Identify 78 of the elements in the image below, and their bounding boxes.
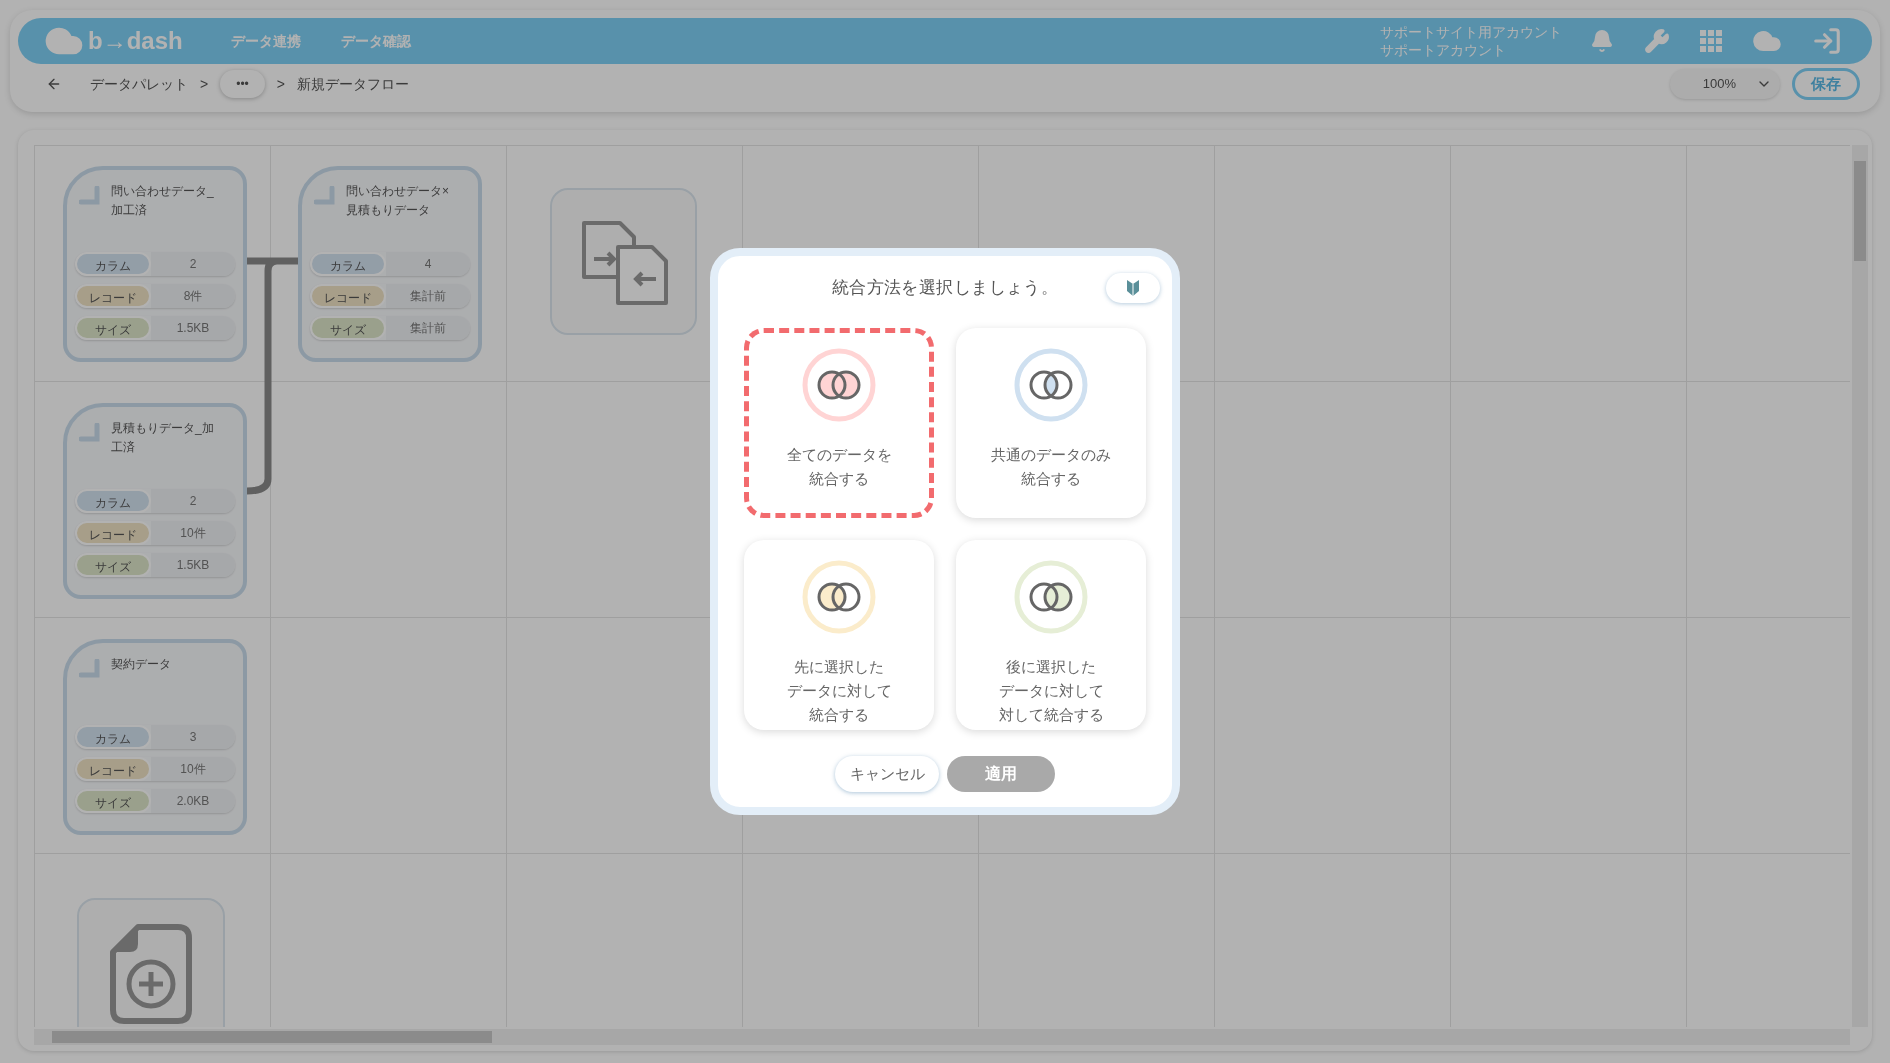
scroll-thumb[interactable] [1854,161,1866,261]
option-label: 統合する [809,469,869,489]
option-label: 全てのデータを [786,445,892,465]
stat-value: 3 [151,725,235,749]
stat-value: 2 [151,252,235,276]
option-label: 統合する [809,705,869,725]
breadcrumb-link[interactable]: データパレット [90,73,188,95]
merge-option-card[interactable]: 全てのデータを 統合する [744,328,934,518]
account-name: サポートアカウント [1380,41,1507,59]
scroll-thumb[interactable] [52,1031,492,1043]
document-corner-icon [79,186,103,208]
option-label: データに対して [786,681,892,701]
grid-icon[interactable] [1700,30,1722,52]
document-corner-icon [79,659,103,681]
merge-node[interactable] [550,188,697,335]
document-corner-icon [79,423,103,445]
add-file-icon [110,924,192,1024]
card-title: 問い合わせデータ×見積もりデータ [346,183,450,219]
stat-label: カラム [310,252,386,276]
document-corner-icon [314,186,338,208]
stat-label: カラム [75,725,151,749]
stat-label: レコード [75,757,151,781]
logo-text: b→dash [88,26,183,56]
card-title: 契約データ [111,656,172,673]
data-card[interactable]: 見積もりデータ_加工済 カラム 2 レコード 10件 サイズ 1.5KB [63,403,247,599]
data-card[interactable]: 問い合わせデータ×見積もりデータ カラム 4 レコード 集計前 サイズ 集計前 [298,166,482,362]
stat-value: 1.5KB [151,316,235,340]
horizontal-scrollbar[interactable] [34,1029,1850,1045]
stat-label: カラム [75,489,151,513]
stat-label: レコード [310,284,386,308]
stat-value: 集計前 [386,284,470,308]
stat-value: 2 [151,489,235,513]
option-label: 先に選択した [794,657,884,677]
add-data-node[interactable] [77,898,225,1027]
card-title: 問い合わせデータ_加工済 [111,183,215,219]
option-label: 対して統合する [998,705,1104,725]
logout-icon[interactable] [1812,26,1842,56]
stat-value: 1.5KB [151,553,235,577]
stat-label: サイズ [310,316,386,340]
more-button[interactable]: ••• [220,70,265,98]
beginner-mark-icon [1127,280,1139,296]
merge-option-card[interactable]: 後に選択した データに対して 対して統合する [956,540,1146,730]
cancel-button[interactable]: キャンセル [835,756,939,792]
merge-option-card[interactable]: 先に選択した データに対して 統合する [744,540,934,730]
bell-icon[interactable] [1590,29,1614,53]
stat-value: 2.0KB [151,789,235,813]
breadcrumb-current: 新規データフロー [297,74,409,94]
stat-label: カラム [75,252,151,276]
dialog-title: 統合方法を選択しましょう。 [831,277,1059,300]
zoom-dropdown[interactable]: 100% [1670,69,1780,99]
breadcrumb-separator: > [200,74,209,94]
breadcrumb-separator: > [276,74,285,94]
stat-value: 4 [386,252,470,276]
card-title: 見積もりデータ_加工済 [111,420,215,456]
venn-diagram-icon [1013,559,1089,635]
venn-diagram-icon [801,347,877,423]
stat-value: 集計前 [386,316,470,340]
option-label: 共通のデータのみ [991,445,1111,465]
venn-diagram-icon [801,559,877,635]
venn-diagram-icon [1013,347,1089,423]
stat-label: サイズ [75,553,151,577]
stat-value: 10件 [151,757,235,781]
stat-label: レコード [75,284,151,308]
account-name: サポートサイト用アカウント [1380,23,1562,41]
help-button[interactable] [1106,273,1160,303]
option-label: 後に選択した [1006,657,1096,677]
data-card[interactable]: 問い合わせデータ_加工済 カラム 2 レコード 8件 サイズ 1.5KB [63,166,247,362]
option-label: データに対して [998,681,1104,701]
wrench-icon[interactable] [1644,28,1670,54]
vertical-scrollbar[interactable] [1852,145,1868,1027]
data-card[interactable]: 契約データ カラム 3 レコード 10件 サイズ 2.0KB [63,639,247,835]
stat-value: 8件 [151,284,235,308]
merge-option-card[interactable]: 共通のデータのみ 統合する [956,328,1146,518]
stat-label: レコード [75,521,151,545]
stat-value: 10件 [151,521,235,545]
stat-label: サイズ [75,789,151,813]
stat-label: サイズ [75,316,151,340]
option-label: 統合する [1021,469,1081,489]
